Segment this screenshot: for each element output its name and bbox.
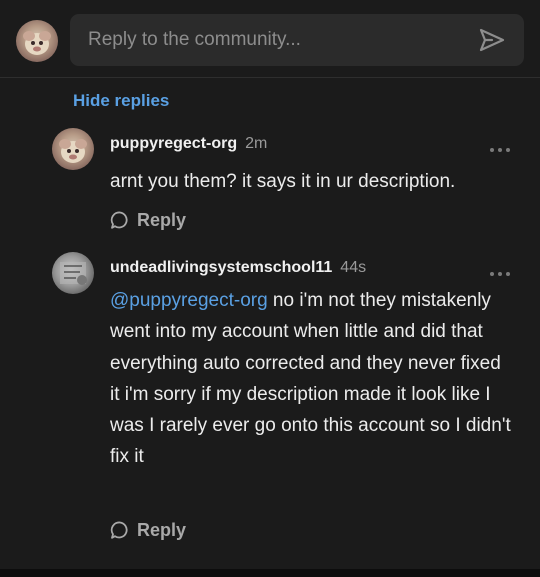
username[interactable]: undeadlivingsystemschool11 — [110, 259, 332, 276]
reply-button-label: Reply — [137, 209, 187, 230]
speech-bubble-icon — [110, 521, 128, 539]
hide-replies-link[interactable]: Hide replies — [73, 91, 169, 111]
avatar[interactable] — [52, 128, 94, 170]
reply-meta: undeadlivingsystemschool11 44s — [110, 259, 366, 277]
user-avatar-icon — [60, 262, 87, 285]
more-options-icon[interactable] — [490, 139, 514, 152]
more-options-icon[interactable] — [490, 263, 514, 276]
send-icon[interactable] — [478, 27, 506, 53]
my-avatar[interactable] — [16, 20, 58, 62]
reply-thread-screen: Hide replies puppyregect-org 2m arnt you … — [0, 0, 540, 577]
reply-meta: puppyregect-org 2m — [110, 135, 267, 153]
avatar[interactable] — [52, 252, 94, 294]
speech-bubble-icon — [110, 211, 128, 229]
user-mention-link[interactable]: @puppyregect-org — [110, 290, 268, 311]
username[interactable]: puppyregect-org — [110, 135, 237, 152]
reply-input[interactable] — [88, 14, 468, 66]
reply-text: arnt you them? it says it in ur descript… — [110, 171, 456, 192]
reply-button[interactable]: Reply — [110, 208, 186, 232]
timestamp: 2m — [245, 135, 268, 152]
reply-compose-bar — [0, 0, 540, 78]
user-avatar-icon — [59, 139, 87, 163]
timestamp: 44s — [340, 259, 367, 276]
reply-text-body: no i'm not they mistakenly went into my … — [110, 290, 511, 468]
reply-button[interactable]: Reply — [110, 518, 186, 542]
reply-button-label: Reply — [137, 519, 187, 540]
reply-input-container[interactable] — [70, 14, 524, 66]
bottom-divider — [0, 569, 540, 577]
user-avatar-icon — [23, 31, 51, 55]
reply-text: @puppyregect-org no i'm not they mistake… — [110, 285, 515, 473]
